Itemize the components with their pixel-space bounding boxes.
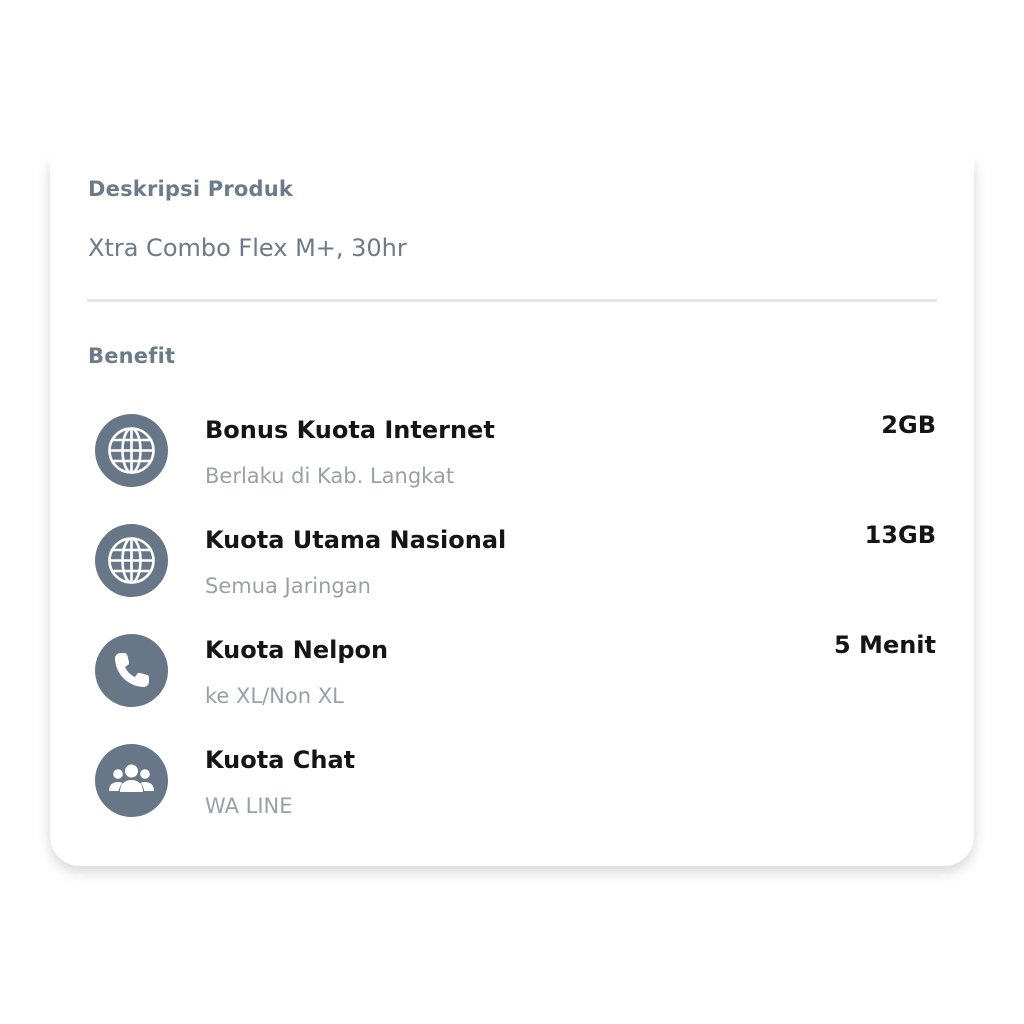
product-detail-card: Deskripsi Produk Xtra Combo Flex M+, 30h… (50, 158, 974, 866)
group-icon (95, 744, 168, 817)
benefit-item-bonus-internet: Bonus Kuota Internet Berlaku di Kab. Lan… (50, 411, 974, 504)
benefit-subtitle: ke XL/Non XL (205, 684, 344, 708)
description-section-title: Deskripsi Produk (88, 177, 294, 201)
section-divider (87, 299, 937, 302)
benefit-subtitle: Berlaku di Kab. Langkat (205, 464, 455, 488)
benefit-item-national-quota: Kuota Utama Nasional Semua Jaringan 13GB (50, 521, 974, 614)
benefit-amount: 2GB (881, 411, 936, 439)
benefit-amount: 5 Menit (834, 631, 936, 659)
benefit-subtitle: Semua Jaringan (205, 574, 371, 598)
phone-icon (95, 634, 168, 707)
benefit-name: Kuota Nelpon (205, 636, 389, 664)
benefit-subtitle: WA LINE (205, 794, 293, 818)
benefit-item-chat-quota: Kuota Chat WA LINE (50, 744, 974, 834)
benefit-amount: 13GB (864, 521, 936, 549)
benefit-name: Kuota Chat (205, 746, 356, 774)
product-description: Xtra Combo Flex M+, 30hr (88, 234, 407, 262)
globe-icon (95, 524, 168, 597)
benefit-section-title: Benefit (88, 344, 176, 368)
globe-icon (95, 414, 168, 487)
benefit-name: Bonus Kuota Internet (205, 416, 495, 444)
benefit-item-call-quota: Kuota Nelpon ke XL/Non XL 5 Menit (50, 631, 974, 724)
benefit-name: Kuota Utama Nasional (205, 526, 507, 554)
